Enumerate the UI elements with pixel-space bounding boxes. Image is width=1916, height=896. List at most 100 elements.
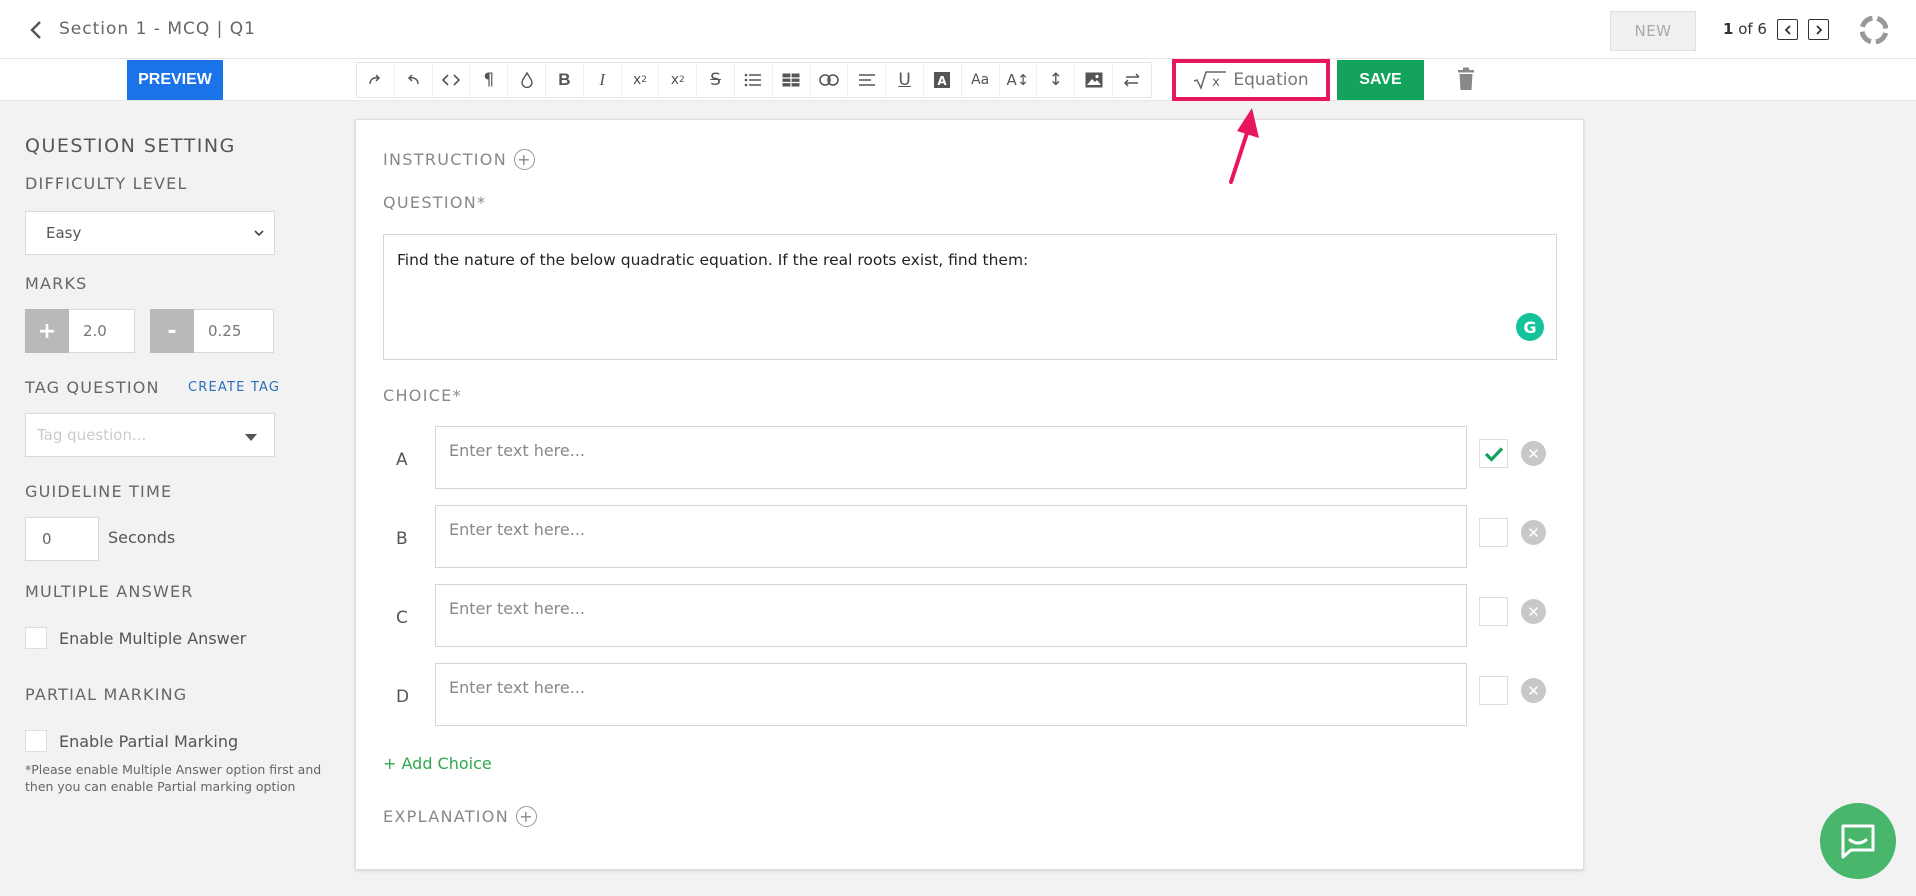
multiple-answer-label: MULTIPLE ANSWER xyxy=(25,582,194,601)
link-icon[interactable] xyxy=(811,63,849,97)
positive-marks-icon: + xyxy=(25,309,69,353)
annotation-arrow-icon xyxy=(1229,108,1259,184)
redo-icon[interactable] xyxy=(357,63,395,97)
color-drop-icon[interactable] xyxy=(508,63,546,97)
table-icon[interactable] xyxy=(773,63,811,97)
text-color-icon[interactable]: A xyxy=(924,63,962,97)
strikethrough-icon[interactable]: S xyxy=(697,63,735,97)
format-tools: ¶ B I x2 x2 S U A Aa A↕ ↕ xyxy=(356,62,1152,98)
difficulty-label: DIFFICULTY LEVEL xyxy=(25,174,188,193)
chat-widget-button[interactable] xyxy=(1820,803,1896,879)
choice-letter: D xyxy=(396,687,410,707)
pager-total: of 6 xyxy=(1733,20,1767,38)
paragraph-icon[interactable]: ¶ xyxy=(470,63,509,97)
choice-letter: A xyxy=(396,450,408,470)
marks-label: MARKS xyxy=(25,274,88,293)
difficulty-select[interactable]: Easy xyxy=(25,211,275,255)
equation-button[interactable]: x Equation xyxy=(1172,59,1330,101)
choice-row-a: A Enter text here... ✕ xyxy=(383,426,1557,490)
correct-answer-checkbox-a[interactable] xyxy=(1479,439,1508,468)
chevron-right-icon xyxy=(1815,24,1822,35)
explanation-section: EXPLANATION + xyxy=(383,806,537,827)
breadcrumb: Section 1 - MCQ | Q1 xyxy=(59,19,256,39)
add-choice-link[interactable]: + Add Choice xyxy=(383,754,492,773)
add-instruction-plus-icon[interactable]: + xyxy=(513,149,535,170)
new-button[interactable]: NEW xyxy=(1610,11,1696,51)
chevron-down-icon xyxy=(254,230,264,237)
preview-button[interactable]: PREVIEW xyxy=(127,60,223,100)
multiple-answer-text: Enable Multiple Answer xyxy=(59,628,247,648)
pager: 1 of 6 xyxy=(1723,20,1767,38)
correct-answer-checkbox-d[interactable] xyxy=(1479,676,1508,705)
remove-choice-icon[interactable]: ✕ xyxy=(1521,441,1546,466)
marks-inputs: + 2.0 - 0.25 xyxy=(25,309,274,353)
create-tag-link[interactable]: CREATE TAG xyxy=(188,380,280,395)
partial-marking-label: PARTIAL MARKING xyxy=(25,685,188,704)
subscript-icon[interactable]: x2 xyxy=(659,63,698,97)
font-size-icon[interactable]: Aa xyxy=(962,63,1000,97)
align-icon[interactable] xyxy=(848,63,887,97)
guideline-time-label: GUIDELINE TIME xyxy=(25,482,173,501)
negative-marks-icon: - xyxy=(150,309,194,353)
positive-marks-input[interactable]: 2.0 xyxy=(69,309,135,353)
top-bar: Section 1 - MCQ | Q1 NEW 1 of 6 xyxy=(0,0,1916,59)
superscript-icon[interactable]: x2 xyxy=(622,63,660,97)
remove-choice-icon[interactable]: ✕ xyxy=(1521,678,1546,703)
code-icon[interactable] xyxy=(433,63,471,97)
remove-choice-icon[interactable]: ✕ xyxy=(1521,520,1546,545)
guideline-time-input[interactable]: 0 xyxy=(25,517,99,561)
underline-icon[interactable]: U xyxy=(886,63,924,97)
choice-input-a[interactable]: Enter text here... xyxy=(435,426,1467,489)
editor-toolbar: PREVIEW ¶ B I x2 x2 S U A Aa A↕ ↕ x Equa… xyxy=(0,59,1916,101)
undo-icon[interactable] xyxy=(395,63,433,97)
settings-title: QUESTION SETTING xyxy=(25,135,236,157)
choice-letter: C xyxy=(396,608,408,628)
swap-icon[interactable] xyxy=(1113,63,1151,97)
save-button[interactable]: SAVE xyxy=(1337,60,1424,100)
correct-answer-checkbox-b[interactable] xyxy=(1479,518,1508,547)
image-icon[interactable] xyxy=(1075,63,1113,97)
bullet-list-icon[interactable] xyxy=(735,63,773,97)
question-label: QUESTION* xyxy=(383,193,487,212)
choice-input-c[interactable]: Enter text here... xyxy=(435,584,1467,647)
back-arrow-icon[interactable] xyxy=(26,18,46,42)
svg-text:x: x xyxy=(1212,75,1220,90)
partial-marking-text: Enable Partial Marking xyxy=(59,731,239,751)
choice-letter: B xyxy=(396,529,408,549)
add-explanation-plus-icon[interactable]: + xyxy=(515,806,537,827)
choice-row-c: C Enter text here... ✕ xyxy=(383,584,1557,648)
bold-icon[interactable]: B xyxy=(546,63,584,97)
instruction-label: INSTRUCTION xyxy=(383,150,507,169)
remove-choice-icon[interactable]: ✕ xyxy=(1521,599,1546,624)
tag-question-select[interactable]: Tag question... xyxy=(25,413,275,457)
explanation-label: EXPLANATION xyxy=(383,807,509,826)
choice-input-d[interactable]: Enter text here... xyxy=(435,663,1467,726)
line-height-icon[interactable]: A↕ xyxy=(1000,63,1038,97)
chevron-left-icon xyxy=(1784,24,1791,35)
partial-marking-note: *Please enable Multiple Answer option fi… xyxy=(25,762,322,794)
checkmark-icon xyxy=(1484,446,1503,462)
partial-marking-option[interactable]: Enable Partial Marking xyxy=(25,730,238,752)
prev-question-button[interactable] xyxy=(1777,19,1798,40)
tag-question-label: TAG QUESTION xyxy=(25,378,160,397)
choice-input-b[interactable]: Enter text here... xyxy=(435,505,1467,568)
trash-icon[interactable] xyxy=(1456,67,1476,91)
svg-text:A: A xyxy=(938,74,948,88)
question-editor-card: INSTRUCTION + QUESTION* Find the nature … xyxy=(355,119,1584,870)
help-lifering-icon[interactable] xyxy=(1860,16,1888,44)
question-text-editor[interactable]: Find the nature of the below quadratic e… xyxy=(383,234,1557,360)
equation-label: Equation xyxy=(1233,70,1309,90)
next-question-button[interactable] xyxy=(1808,19,1829,40)
correct-answer-checkbox-c[interactable] xyxy=(1479,597,1508,626)
tag-question-placeholder: Tag question... xyxy=(37,426,147,444)
multiple-answer-option[interactable]: Enable Multiple Answer xyxy=(25,627,246,649)
vertical-resize-icon[interactable]: ↕ xyxy=(1037,63,1076,97)
partial-marking-checkbox[interactable] xyxy=(25,730,47,752)
instruction-section: INSTRUCTION + xyxy=(383,149,535,170)
negative-marks-input[interactable]: 0.25 xyxy=(194,309,274,353)
pager-current: 1 xyxy=(1723,20,1734,38)
grammarly-icon[interactable]: G xyxy=(1516,313,1544,341)
multiple-answer-checkbox[interactable] xyxy=(25,627,47,649)
italic-icon[interactable]: I xyxy=(584,63,622,97)
choice-label: CHOICE* xyxy=(383,386,462,405)
